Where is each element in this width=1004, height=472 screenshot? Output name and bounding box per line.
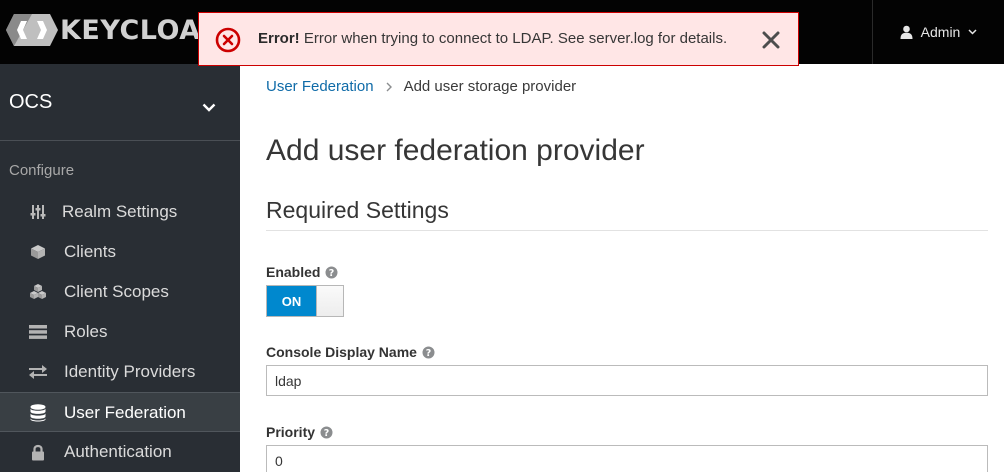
sidebar-section-title: Configure bbox=[9, 162, 75, 179]
help-icon[interactable]: ? bbox=[422, 346, 435, 359]
priority-input[interactable] bbox=[266, 445, 988, 472]
display-name-input[interactable] bbox=[266, 365, 988, 396]
sidebar-item-authentication[interactable]: Authentication bbox=[0, 432, 240, 472]
database-icon bbox=[28, 404, 48, 422]
section-title: Required Settings bbox=[266, 197, 449, 223]
display-name-label: Console Display Name ? bbox=[266, 344, 435, 360]
priority-label: Priority ? bbox=[266, 424, 333, 440]
breadcrumb-current: Add user storage provider bbox=[403, 78, 577, 95]
alert-close-button[interactable] bbox=[759, 28, 783, 52]
chevron-right-icon bbox=[386, 79, 392, 95]
sidebar-item-realm-settings[interactable]: Realm Settings bbox=[0, 192, 240, 232]
alert-title: Error! bbox=[258, 30, 300, 47]
sidebar-item-clients[interactable]: Clients bbox=[0, 232, 240, 272]
priority-label-text: Priority bbox=[266, 424, 316, 440]
cubes-icon bbox=[28, 283, 48, 301]
sidebar-item-identity-providers[interactable]: Identity Providers bbox=[0, 352, 240, 392]
sidebar-item-label: User Federation bbox=[64, 403, 186, 422]
sidebar-item-user-federation[interactable]: User Federation bbox=[0, 392, 240, 432]
sidebar-item-label: Authentication bbox=[64, 442, 172, 461]
sidebar-item-label: Client Scopes bbox=[64, 282, 169, 301]
enabled-label-text: Enabled bbox=[266, 264, 321, 280]
sidebar-item-roles[interactable]: Roles bbox=[0, 312, 240, 352]
help-icon[interactable]: ? bbox=[325, 266, 338, 279]
user-menu-label: Admin bbox=[920, 24, 961, 40]
sidebar-item-label: Realm Settings bbox=[62, 202, 178, 221]
error-alert: Error! Error when trying to connect to L… bbox=[198, 12, 799, 66]
lock-icon bbox=[28, 443, 48, 461]
keycloak-logo[interactable]: KEYCLOAK bbox=[6, 12, 222, 48]
exchange-icon bbox=[28, 363, 48, 381]
help-icon[interactable]: ? bbox=[320, 426, 333, 439]
realm-selector[interactable]: OCS bbox=[0, 64, 240, 141]
breadcrumb: User Federation Add user storage provide… bbox=[266, 78, 576, 95]
section-heading: Required Settings bbox=[266, 197, 988, 231]
error-circle-icon bbox=[215, 27, 241, 58]
sidebar-item-client-scopes[interactable]: Client Scopes bbox=[0, 272, 240, 312]
chevron-down-icon bbox=[968, 29, 977, 35]
user-menu[interactable]: Admin bbox=[872, 0, 1004, 64]
main-content: User Federation Add user storage provide… bbox=[240, 64, 1004, 472]
realm-name: OCS bbox=[9, 91, 53, 113]
sidebar-nav: Realm Settings Clients Client Scopes Rol… bbox=[0, 192, 240, 472]
enabled-label: Enabled ? bbox=[266, 264, 338, 280]
chevron-down-icon bbox=[202, 95, 216, 118]
page-title: Add user federation provider bbox=[266, 134, 645, 167]
svg-text:?: ? bbox=[324, 428, 330, 439]
display-name-label-text: Console Display Name bbox=[266, 344, 417, 360]
sidebar-item-label: Identity Providers bbox=[64, 362, 196, 381]
svg-text:?: ? bbox=[329, 268, 335, 279]
toggle-knob bbox=[316, 286, 343, 316]
sidebar-item-label: Roles bbox=[64, 322, 108, 341]
breadcrumb-link-user-federation[interactable]: User Federation bbox=[266, 78, 374, 95]
user-icon bbox=[900, 25, 913, 39]
toggle-on-label: ON bbox=[267, 286, 316, 316]
alert-message: Error! Error when trying to connect to L… bbox=[258, 30, 727, 47]
close-icon bbox=[762, 31, 780, 49]
svg-text:?: ? bbox=[426, 348, 432, 359]
list-icon bbox=[28, 323, 48, 341]
sidebar-item-label: Clients bbox=[64, 242, 116, 261]
sidebar: OCS Configure Realm Settings Clients Cli… bbox=[0, 64, 240, 472]
cube-icon bbox=[28, 243, 48, 261]
enabled-toggle[interactable]: ON bbox=[266, 285, 344, 317]
alert-text: Error when trying to connect to LDAP. Se… bbox=[303, 30, 728, 47]
keycloak-logo-icon bbox=[6, 14, 58, 46]
sliders-icon bbox=[28, 203, 48, 221]
